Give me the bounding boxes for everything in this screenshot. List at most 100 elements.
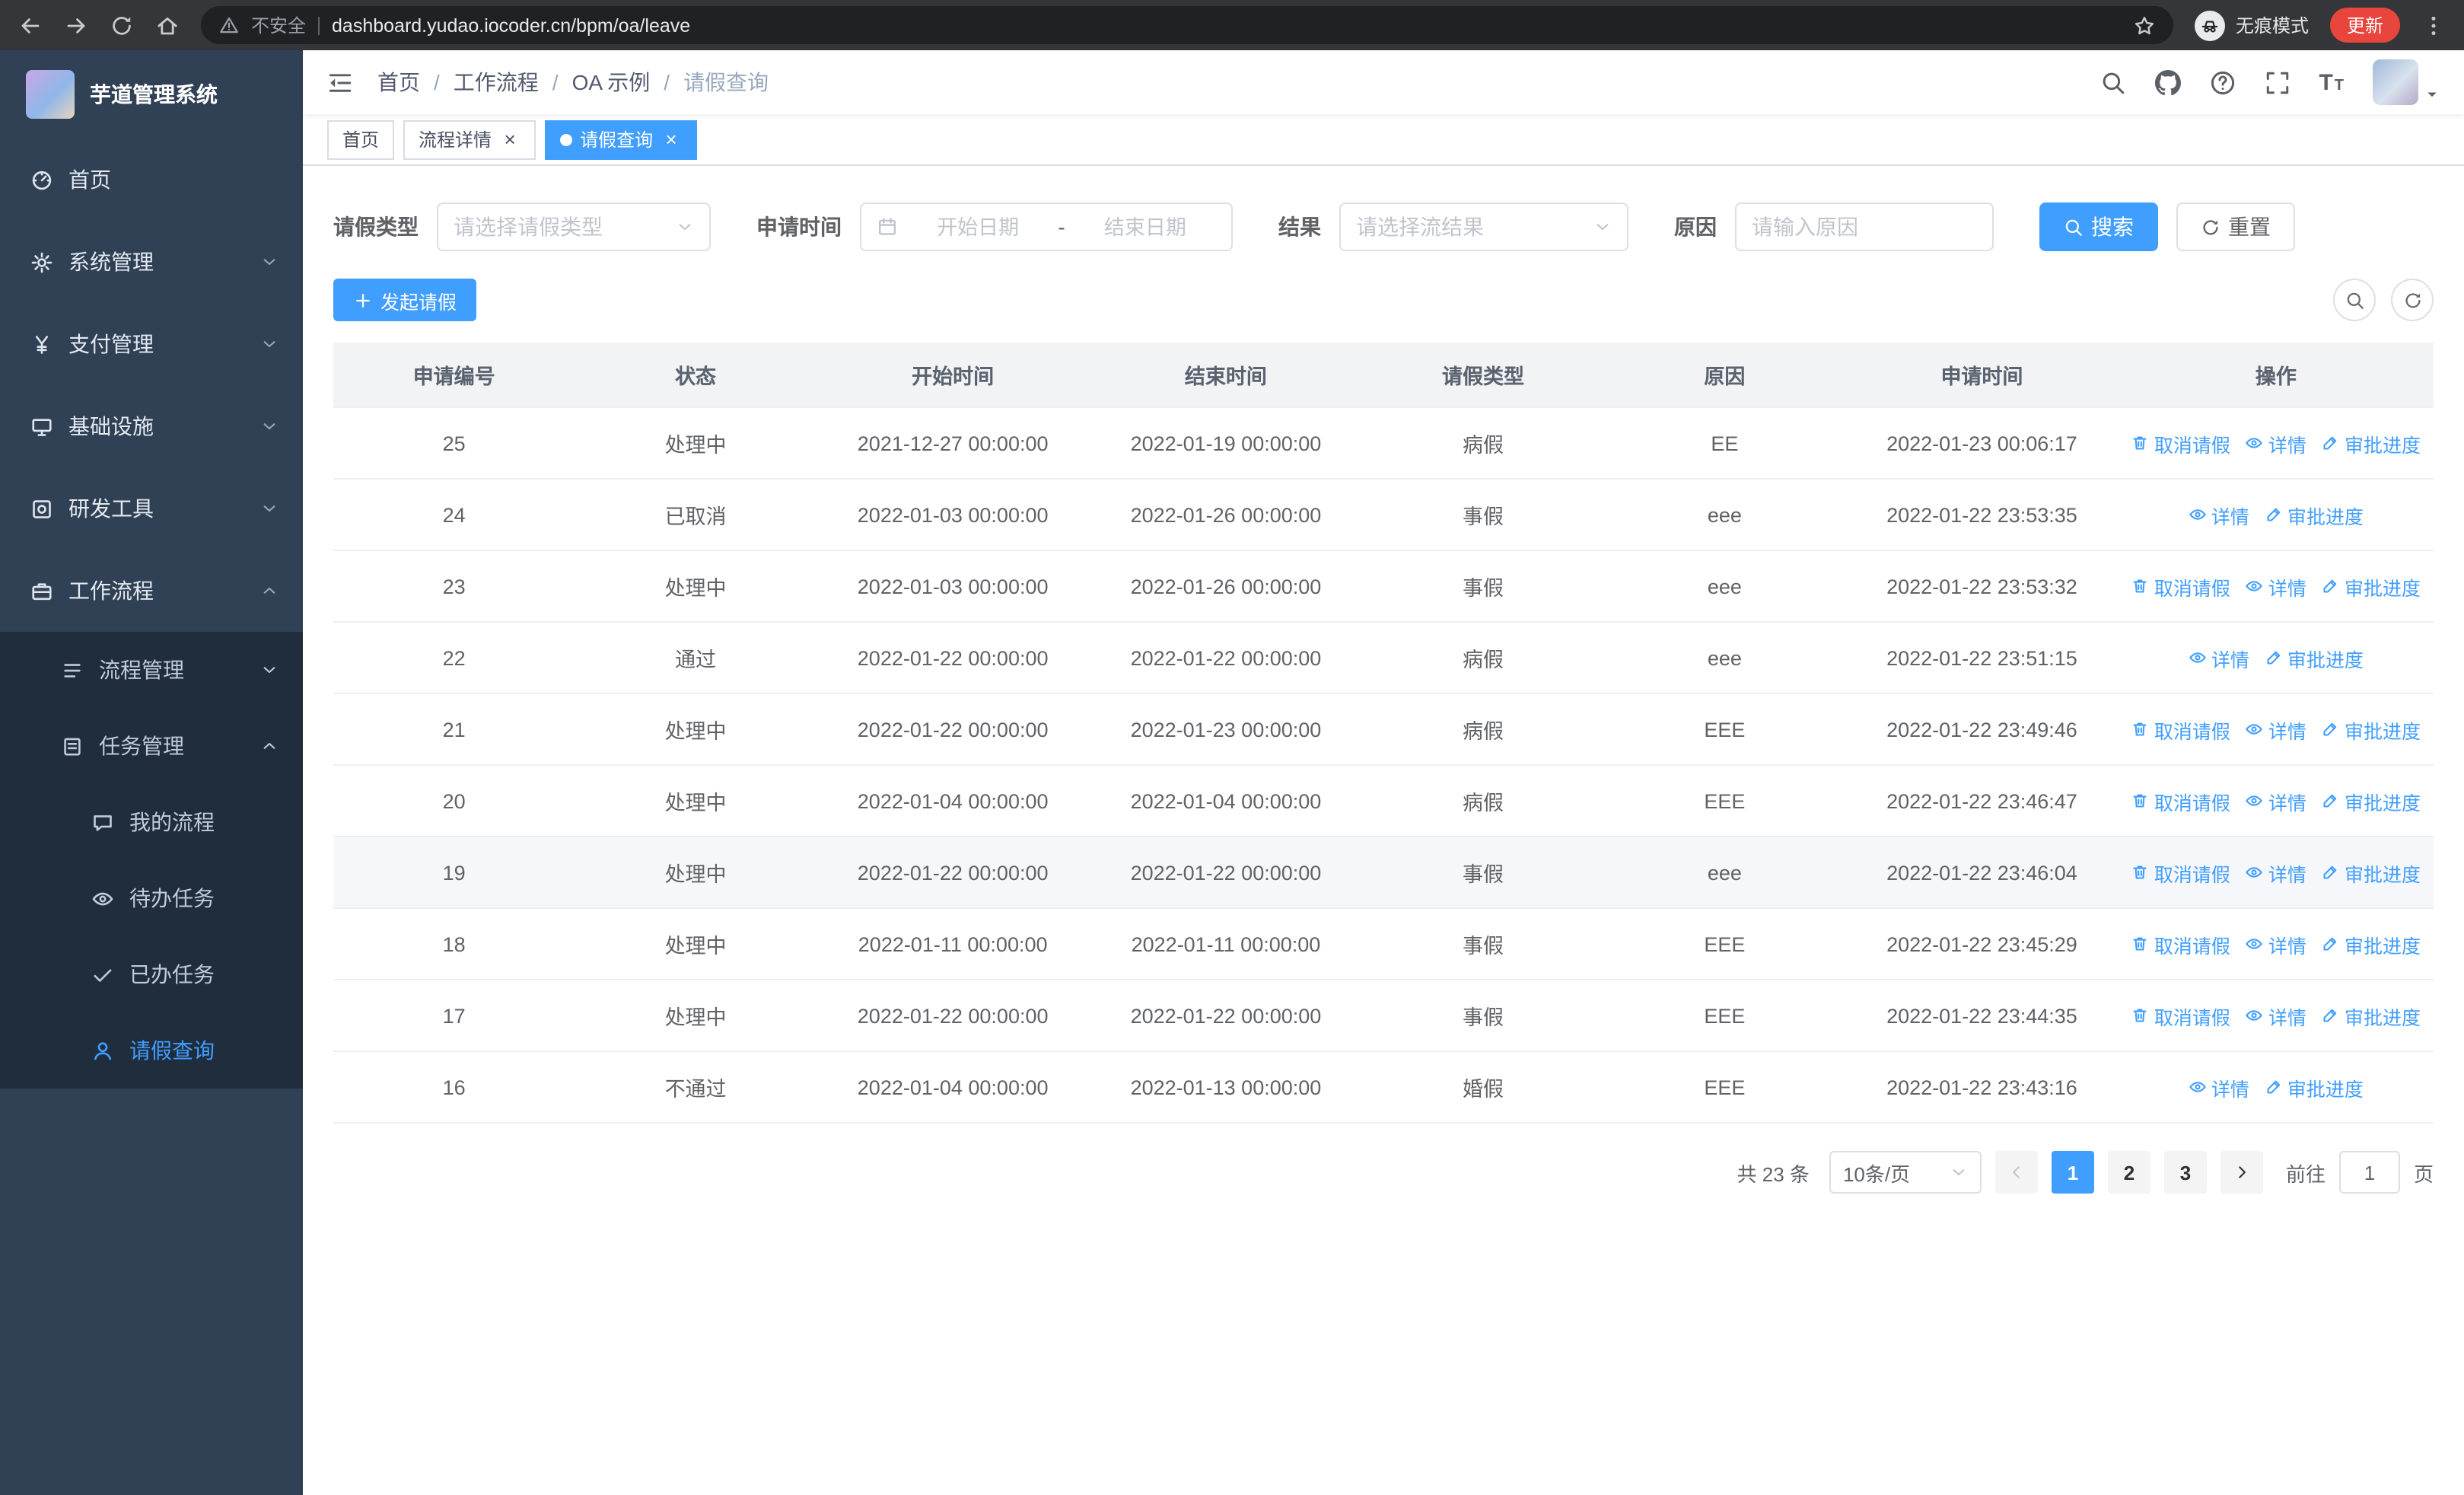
tab-process-detail[interactable]: 流程详情 × [403,120,536,159]
next-page-button[interactable] [2220,1151,2263,1194]
progress-link[interactable]: 审批进度 [2265,643,2364,672]
create-leave-button[interactable]: 发起请假 [333,279,477,321]
forward-icon[interactable] [64,13,88,37]
sidebar-item-leave-query[interactable]: 请假查询 [0,1012,303,1089]
progress-link[interactable]: 审批进度 [2322,929,2421,958]
edit-icon [2265,1078,2283,1096]
app-logo-row[interactable]: 芋道管理系统 [0,50,303,139]
breadcrumb-item[interactable]: OA 示例 [572,67,651,97]
goto-page-input[interactable] [2338,1151,2400,1194]
cancel-link[interactable]: 取消请假 [2131,715,2230,744]
detail-link[interactable]: 详情 [2246,858,2306,887]
cancel-link-label: 取消请假 [2154,792,2230,814]
refresh-table-button[interactable] [2391,279,2434,321]
detail-link[interactable]: 详情 [2246,715,2306,744]
date-separator: - [1058,215,1065,239]
user-avatar[interactable] [2373,59,2440,105]
page-number-1[interactable]: 1 [2051,1151,2094,1194]
cancel-link[interactable]: 取消请假 [2131,429,2230,457]
reload-icon[interactable] [110,13,134,37]
sidebar-item-task-mgmt[interactable]: 任务管理 [0,708,303,784]
sidebar-item-payment[interactable]: 支付管理 [0,303,303,385]
cell-reason: EEE [1603,908,1846,980]
progress-link[interactable]: 审批进度 [2265,500,2364,529]
sidebar-item-my-process[interactable]: 我的流程 [0,784,303,860]
page-number-3[interactable]: 3 [2163,1151,2207,1194]
url-bar[interactable]: 不安全 dashboard.yudao.iocoder.cn/bpm/oa/le… [201,6,2173,44]
detail-link[interactable]: 详情 [2189,500,2249,529]
update-button[interactable]: 更新 [2329,8,2400,43]
sidebar-item-system[interactable]: 系统管理 [0,221,303,303]
detail-link[interactable]: 详情 [2189,643,2249,672]
end-date-input[interactable] [1074,215,1217,238]
pagination-total: 共 23 条 [1737,1162,1810,1185]
bookmark-star-icon[interactable] [2134,14,2155,36]
leave-type-select[interactable]: 请选择请假类型 [437,202,711,251]
detail-link[interactable]: 详情 [2189,1073,2249,1101]
page-number-2[interactable]: 2 [2107,1151,2150,1194]
toggle-search-button[interactable] [2333,279,2376,321]
detail-link[interactable]: 详情 [2246,929,2306,958]
close-icon[interactable]: × [499,128,520,151]
cancel-link[interactable]: 取消请假 [2131,786,2230,815]
create-leave-label: 发起请假 [380,292,457,313]
close-icon[interactable]: × [661,128,682,151]
sidebar-item-process-mgmt[interactable]: 流程管理 [0,632,303,708]
detail-link[interactable]: 详情 [2246,786,2306,815]
url-text[interactable]: dashboard.yudao.iocoder.cn/bpm/oa/leave [332,14,690,36]
progress-link[interactable]: 审批进度 [2322,1001,2421,1030]
security-warning-label[interactable]: 不安全 [251,12,306,38]
detail-link[interactable]: 详情 [2246,572,2306,601]
home-icon[interactable] [155,13,180,37]
cancel-link[interactable]: 取消请假 [2131,929,2230,958]
progress-link[interactable]: 审批进度 [2322,572,2421,601]
chevron-down-icon [260,417,279,435]
cell-status: 处理中 [575,908,817,980]
breadcrumb-item[interactable]: 工作流程 [454,67,539,97]
detail-link[interactable]: 详情 [2246,429,2306,457]
font-size-icon[interactable]: TT [2319,67,2344,97]
cancel-link[interactable]: 取消请假 [2131,572,2230,601]
progress-link[interactable]: 审批进度 [2322,786,2421,815]
column-header: 操作 [2118,343,2434,408]
tab-leave-query[interactable]: 请假查询 × [545,120,698,159]
page-size-select[interactable]: 10条/页 [1829,1151,1982,1194]
apply-time-range[interactable]: - [860,202,1233,251]
result-select[interactable]: 请选择流结果 [1339,202,1628,251]
start-date-input[interactable] [907,215,1049,238]
breadcrumb-item[interactable]: 首页 [377,67,420,97]
sidebar-item-home[interactable]: 首页 [0,139,303,221]
cancel-link[interactable]: 取消请假 [2131,1001,2230,1030]
detail-link[interactable]: 详情 [2246,1001,2306,1030]
progress-link-label: 审批进度 [2344,1007,2421,1028]
cell-reason: eee [1603,550,1846,623]
cell-type: 病假 [1362,765,1604,837]
reason-input[interactable] [1752,215,1977,239]
progress-link[interactable]: 审批进度 [2265,1073,2364,1101]
progress-link[interactable]: 审批进度 [2322,858,2421,887]
progress-link-label: 审批进度 [2287,506,2364,528]
progress-link[interactable]: 审批进度 [2322,429,2421,457]
header-search-icon[interactable] [2099,69,2125,95]
browser-menu-icon[interactable] [2421,13,2446,37]
sidebar-toggle-icon[interactable] [327,69,353,95]
sidebar-item-infra[interactable]: 基础设施 [0,385,303,467]
sidebar-item-devtools[interactable]: 研发工具 [0,467,303,550]
sidebar-item-workflow[interactable]: 工作流程 [0,550,303,632]
sidebar-item-todo-tasks[interactable]: 待办任务 [0,860,303,936]
fullscreen-icon[interactable] [2264,69,2290,95]
security-warning-icon[interactable] [219,15,239,35]
tab-home[interactable]: 首页 [327,120,395,159]
detail-link-label: 详情 [2268,936,2306,957]
search-button[interactable]: 搜索 [2039,202,2158,251]
cancel-link[interactable]: 取消请假 [2131,858,2230,887]
sidebar-item-done-tasks[interactable]: 已办任务 [0,936,303,1012]
back-icon[interactable] [18,13,43,37]
help-icon[interactable] [2209,69,2235,95]
progress-link[interactable]: 审批进度 [2322,715,2421,744]
pagination: 共 23 条 10条/页 123 前往 页 [333,1151,2434,1194]
prev-page-button[interactable] [1994,1151,2038,1194]
github-icon[interactable] [2154,69,2181,95]
edit-icon [2322,935,2340,953]
reset-button[interactable]: 重置 [2176,202,2295,251]
